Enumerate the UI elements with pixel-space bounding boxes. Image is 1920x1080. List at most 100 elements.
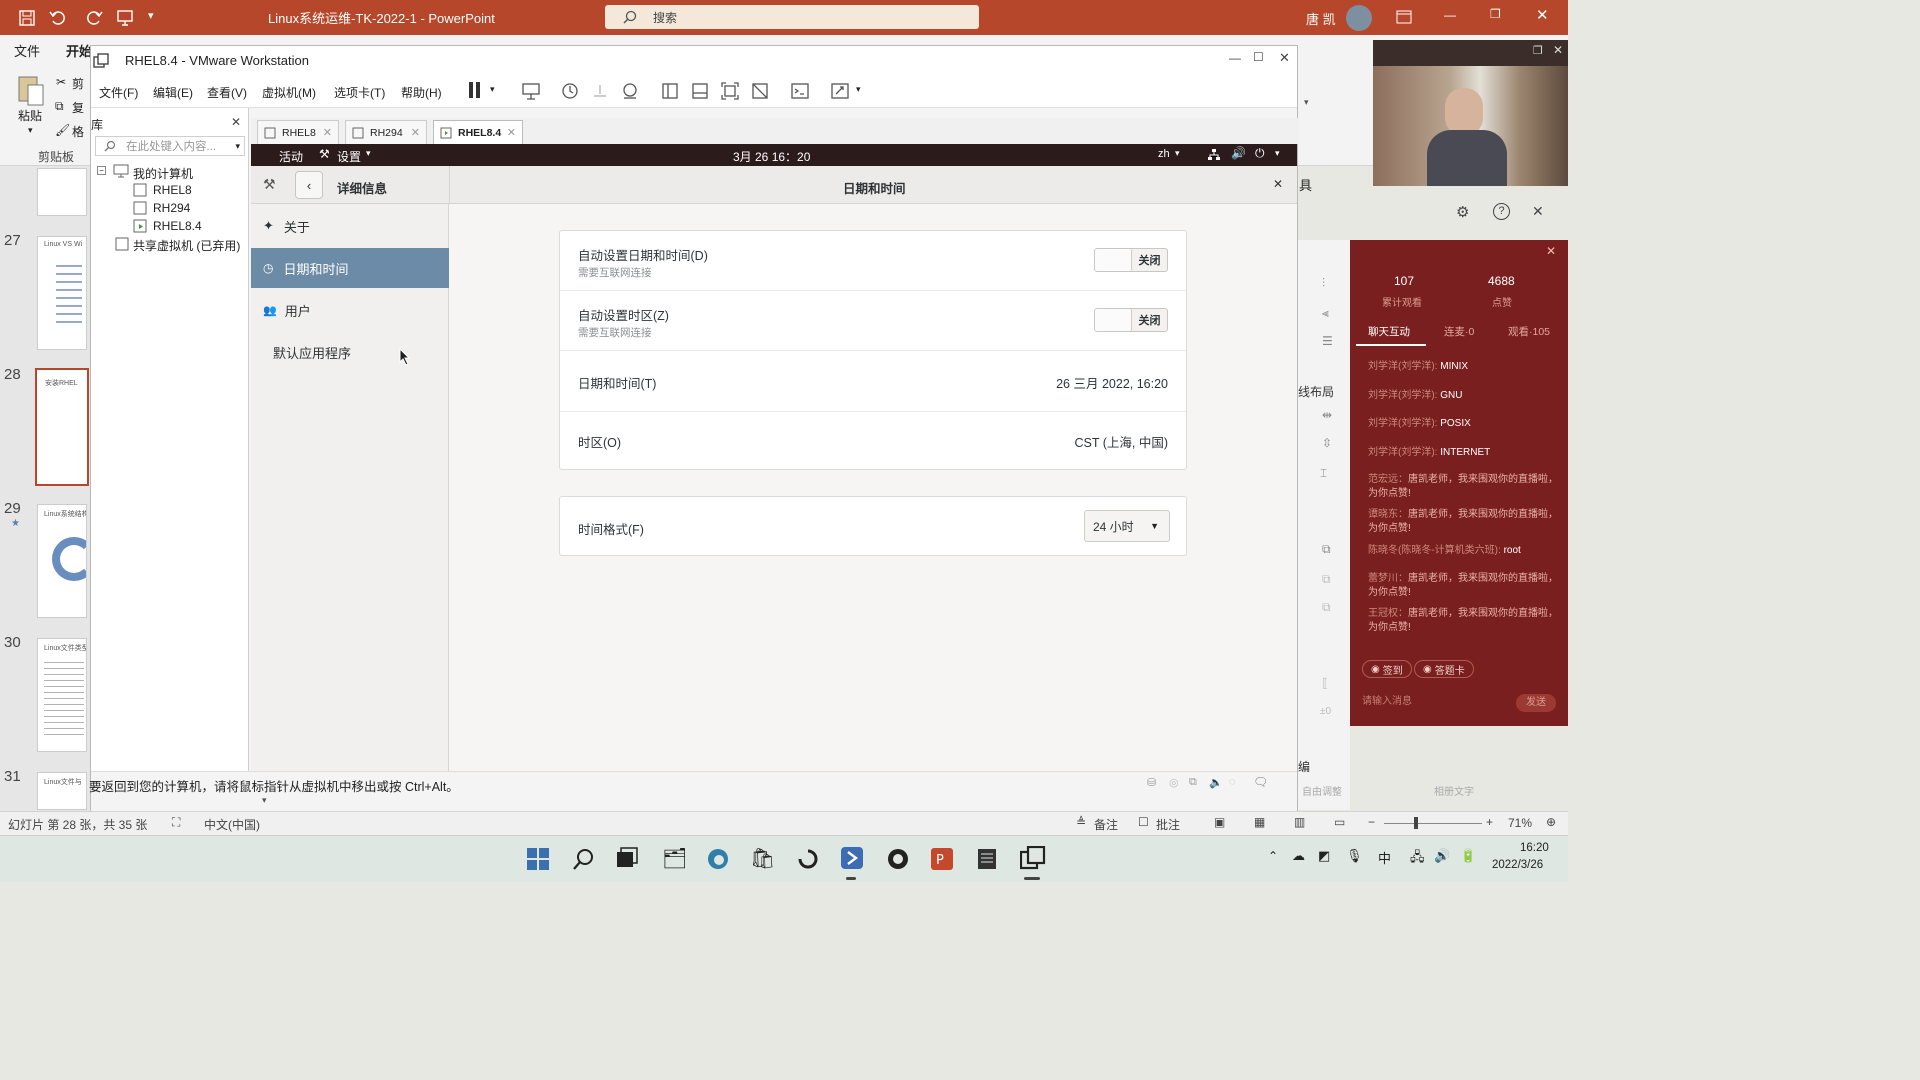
snapshot-icon[interactable] [561,82,579,100]
menu-help[interactable]: 帮助(H) [401,84,442,101]
clock[interactable]: 3月 26 16：20 [733,148,810,165]
bracket-icon[interactable]: ⟦ [1322,676,1328,690]
album-text-label[interactable]: 相册文字 [1434,783,1474,798]
taskbar-time[interactable]: 16:20 [1520,842,1549,854]
message-icon[interactable]: 🗨 [1253,775,1268,789]
slide-thumb-27[interactable]: Linux VS Wi [37,236,87,350]
chat-app-icon[interactable] [886,847,910,871]
tab-rhel84-active[interactable]: RHEL8.4 ✕ [433,120,523,144]
tree-my-computer[interactable]: 我的计算机 [133,165,193,182]
vmware-minimize-icon[interactable]: — [1229,51,1241,65]
tray-overflow-icon[interactable]: ⌃ [1268,849,1278,863]
vmware-maximize-icon[interactable]: ☐ [1253,50,1264,64]
cut-label[interactable]: 剪 [72,75,84,92]
search-icon[interactable] [572,847,596,871]
close-panel-icon[interactable]: ✕ [1532,203,1544,220]
undo-icon[interactable] [48,8,66,26]
tab-mic[interactable]: 连麦·0 [1444,324,1474,339]
zoom-in-icon[interactable]: + [1486,815,1493,829]
sidebar-item-about[interactable]: ✦ 关于 [251,206,449,246]
copy-icon[interactable]: ⧉ [55,99,64,114]
free-adjust-label[interactable]: 自由调整 [1302,783,1342,798]
edge-icon[interactable] [706,847,730,871]
send-ctrl-alt-del-icon[interactable] [521,82,541,100]
library-close-icon[interactable]: ✕ [231,115,241,129]
answer-card-button[interactable]: ◉ 答题卡 [1414,660,1474,678]
tab-rh294[interactable]: RH294 ✕ [345,120,427,144]
tab-close-icon[interactable]: ✕ [507,126,516,139]
fit-slide-icon[interactable]: ⊕ [1546,815,1556,829]
store-icon[interactable]: 🛍 [750,846,775,871]
slide-thumb-31[interactable]: Linux文件与 [37,772,87,810]
redo-icon[interactable] [86,8,104,26]
volume-icon[interactable]: 🔊 [1231,146,1246,160]
zoom-level[interactable]: 71% [1508,816,1532,830]
copy-format-icon[interactable]: ⧉ [1322,542,1331,557]
vertical-compress-icon[interactable]: ⇳ [1322,436,1332,450]
app-menu-settings[interactable]: 设置 [337,148,361,165]
show-thumbnail-icon[interactable] [691,82,709,100]
live-panel-close-icon[interactable]: ✕ [1546,244,1556,258]
activities-button[interactable]: 活动 [279,148,303,165]
app-icon[interactable] [796,847,820,871]
file-explorer-icon[interactable]: 🗂 [662,846,687,871]
sidebar-item-users[interactable]: 👥 用户 [251,290,449,330]
copy-label[interactable]: 复 [72,99,84,116]
slide-thumb-29[interactable]: Linux系统结构 [37,504,87,618]
tab-chat[interactable]: 聊天互动 [1368,324,1410,339]
tree-collapse-icon[interactable]: − [97,166,106,175]
popout-icon[interactable]: ❐ [1533,44,1543,57]
back-button[interactable]: ‹ [295,171,323,199]
paste-label[interactable]: 粘贴 [18,107,42,124]
comments-button[interactable]: 批注 [1156,816,1180,833]
onedrive-icon[interactable]: ☁ [1292,848,1305,864]
usb-icon[interactable]: ◌ [1229,776,1236,788]
avatar[interactable] [1346,5,1372,31]
tab-watch[interactable]: 观看·105 [1508,324,1550,339]
menu-file[interactable]: 文件(F) [99,84,138,101]
power-dropdown-icon[interactable]: ▾ [490,84,495,95]
duplicate-icon[interactable]: ⧉ [1322,600,1331,615]
taskbar-date[interactable]: 2022/3/26 [1492,859,1543,871]
powerpoint-icon[interactable]: P [930,847,954,871]
user-name[interactable]: 唐 凯 [1306,9,1336,28]
zoom-slider[interactable] [1384,823,1482,824]
tray-app-icon[interactable]: ◩ [1318,848,1330,864]
menu-tabs[interactable]: 选项卡(T) [334,84,385,101]
search-box[interactable]: 搜索 [605,5,979,29]
app-menu-dropdown-icon[interactable]: ▾ [366,148,371,159]
pause-icon[interactable] [469,82,473,98]
feishu-icon[interactable] [840,846,864,872]
vmware-close-icon[interactable]: ✕ [1279,50,1290,66]
webcam-close-icon[interactable]: ✕ [1553,43,1563,57]
stretch-icon[interactable] [831,82,849,100]
time-format-select[interactable]: 24 小时 ▼ [1084,510,1170,542]
sidebar-item-datetime[interactable]: ◷ 日期和时间 [251,248,449,288]
menu-view[interactable]: 查看(V) [207,84,247,101]
hdd-icon[interactable]: ⛁ [1147,776,1156,789]
slideshow-icon[interactable]: ▭ [1334,815,1345,829]
battery-icon[interactable]: 🔋 [1460,848,1476,864]
network-adapter-icon[interactable]: ⧉ [1189,776,1197,789]
library-search-input[interactable]: 在此处键入内容... ▾ [95,136,245,156]
cd-icon[interactable]: ◎ [1169,776,1179,789]
format-painter-icon[interactable]: 🖌 [55,123,70,137]
tree-vm-rhel84[interactable]: RHEL8.4 [153,219,202,233]
vm-guest-display[interactable]: 活动 ⚒ 设置 ▾ 3月 26 16：20 zh ▾ 🔊 ⏻ ▾ ⚒ ‹ 详细信… [251,144,1297,771]
system-menu-dropdown-icon[interactable]: ▾ [1275,148,1280,159]
menu-vm[interactable]: 虚拟机(M) [262,84,316,101]
cut-icon[interactable]: ✂ [56,75,66,89]
restore-icon[interactable]: ❐ [1490,7,1501,21]
slide-thumb-26[interactable] [37,168,87,216]
start-icon[interactable] [526,847,550,871]
slide-thumb-30[interactable]: Linux文件类型 [37,638,87,752]
tree-vm-rhel8[interactable]: RHEL8 [153,183,192,197]
stretch-dropdown-icon[interactable]: ▾ [856,84,861,95]
network-icon[interactable] [1207,148,1221,162]
paste-format-icon[interactable]: ⧉ [1322,572,1331,587]
accessibility-icon[interactable]: ⛶ [172,815,180,830]
slide-sorter-icon[interactable]: ▦ [1254,815,1265,829]
chat-input[interactable]: 请输入消息 [1362,692,1412,707]
snapshot-manager-icon[interactable] [621,82,639,100]
ribbon-collapse-icon[interactable]: ▾ [1304,97,1309,108]
